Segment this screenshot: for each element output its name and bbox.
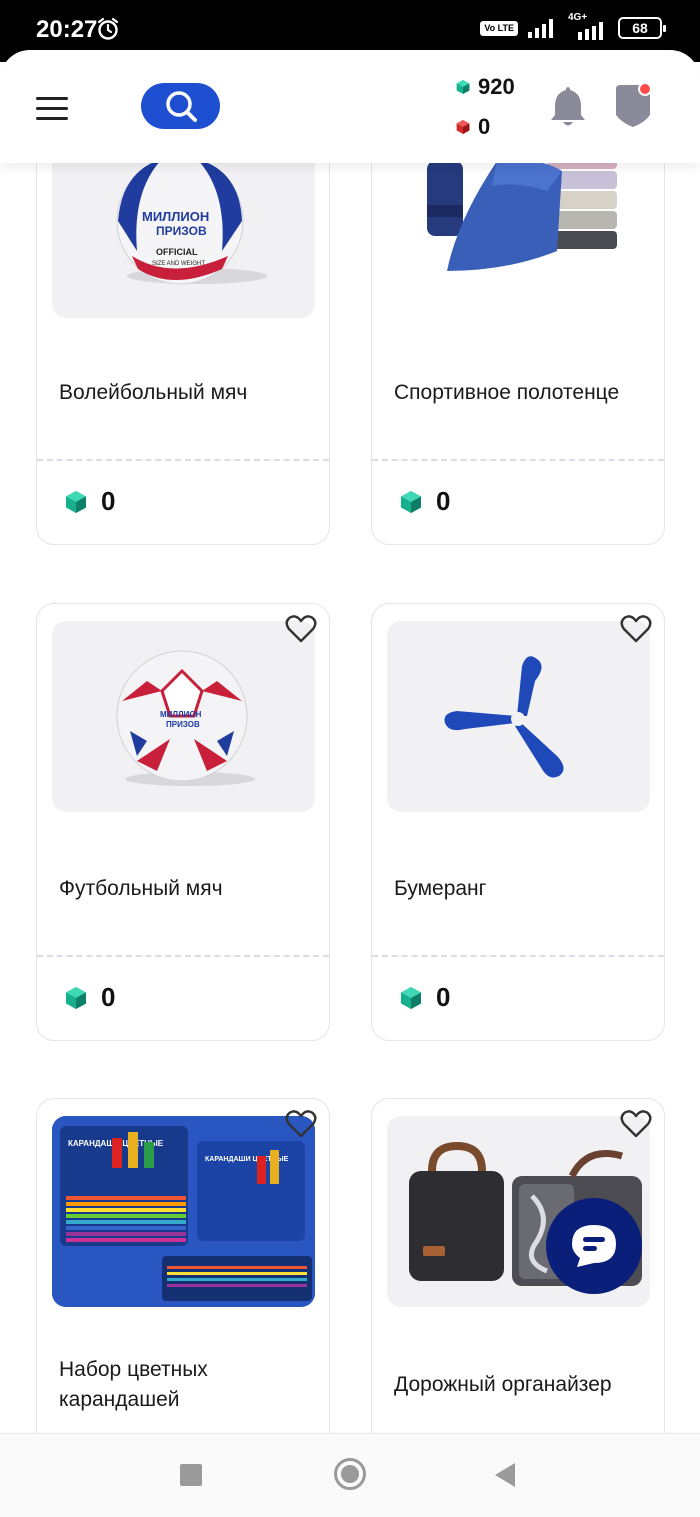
product-card[interactable]: Дорожный органайзер xyxy=(371,1098,665,1478)
product-image-colored-pencils: КАРАНДАШИ ЦВЕТНЫЕ КАРАНДАШИ ЦВЕТНЫЕ xyxy=(52,1116,315,1307)
chat-button[interactable] xyxy=(546,1198,642,1294)
menu-button[interactable] xyxy=(36,97,68,121)
recent-apps-button[interactable] xyxy=(180,1464,202,1486)
search-icon xyxy=(165,91,197,122)
hamburger-line xyxy=(36,97,68,100)
product-card[interactable]: Бумеранг 0 xyxy=(371,603,665,1041)
search-button[interactable] xyxy=(141,83,220,129)
chat-icon xyxy=(572,1225,616,1267)
svg-text:ПРИЗОВ: ПРИЗОВ xyxy=(166,720,200,729)
product-card[interactable]: МИЛЛИОН ПРИЗОВ OFFICIAL SIZE AND WEIGHT … xyxy=(36,130,330,545)
product-title: Бумеранг xyxy=(394,877,487,900)
card-divider xyxy=(37,955,329,957)
rubies-balance: 0 xyxy=(456,114,490,140)
gem-icon xyxy=(456,80,470,94)
gem-icon xyxy=(66,490,86,513)
card-divider xyxy=(372,459,664,461)
product-price: 0 xyxy=(65,982,115,1013)
card-divider xyxy=(37,459,329,461)
home-button[interactable] xyxy=(334,1458,366,1490)
product-price: 0 xyxy=(65,486,115,517)
product-title: Набор цветных карандашей xyxy=(59,1358,208,1411)
gems-balance: 920 xyxy=(456,74,515,100)
svg-text:SIZE AND WEIGHT: SIZE AND WEIGHT xyxy=(152,261,205,267)
back-button[interactable] xyxy=(495,1463,515,1487)
app-header: 920 0 xyxy=(0,50,700,163)
system-navigation-bar xyxy=(0,1433,700,1517)
gem-icon xyxy=(66,986,86,1009)
product-card[interactable]: КАРАНДАШИ ЦВЕТНЫЕ КАРАНДАШИ ЦВЕТНЫЕ Набо… xyxy=(36,1098,330,1478)
favorite-heart-icon[interactable] xyxy=(285,614,317,644)
card-divider xyxy=(372,955,664,957)
hamburger-line xyxy=(36,107,68,110)
profile-badge-icon[interactable] xyxy=(614,82,652,129)
svg-text:OFFICIAL: OFFICIAL xyxy=(156,247,198,257)
product-price: 0 xyxy=(400,486,450,517)
product-title: Дорожный органайзер xyxy=(394,1373,612,1396)
product-card[interactable]: Спортивное полотенце 0 xyxy=(371,130,665,545)
favorite-heart-icon[interactable] xyxy=(620,614,652,644)
gem-icon xyxy=(401,490,421,513)
hamburger-line xyxy=(36,117,68,120)
svg-text:МИЛЛИОН: МИЛЛИОН xyxy=(142,209,209,224)
ruby-icon xyxy=(456,120,470,134)
product-title: Футбольный мяч xyxy=(59,877,223,900)
product-title: Волейбольный мяч xyxy=(59,381,248,404)
favorite-heart-icon[interactable] xyxy=(285,1109,317,1139)
favorite-heart-icon[interactable] xyxy=(620,1109,652,1139)
product-price: 0 xyxy=(400,982,450,1013)
product-title: Спортивное полотенце xyxy=(394,381,620,404)
product-image-football: МИЛЛИОН ПРИЗОВ xyxy=(52,621,315,812)
product-card[interactable]: МИЛЛИОН ПРИЗОВ Футбольный мяч 0 xyxy=(36,603,330,1041)
gem-icon xyxy=(401,986,421,1009)
product-image-boomerang xyxy=(387,621,650,812)
svg-text:МИЛЛИОН: МИЛЛИОН xyxy=(160,710,202,719)
svg-text:ПРИЗОВ: ПРИЗОВ xyxy=(156,224,207,238)
notification-bell-icon[interactable] xyxy=(550,85,586,127)
